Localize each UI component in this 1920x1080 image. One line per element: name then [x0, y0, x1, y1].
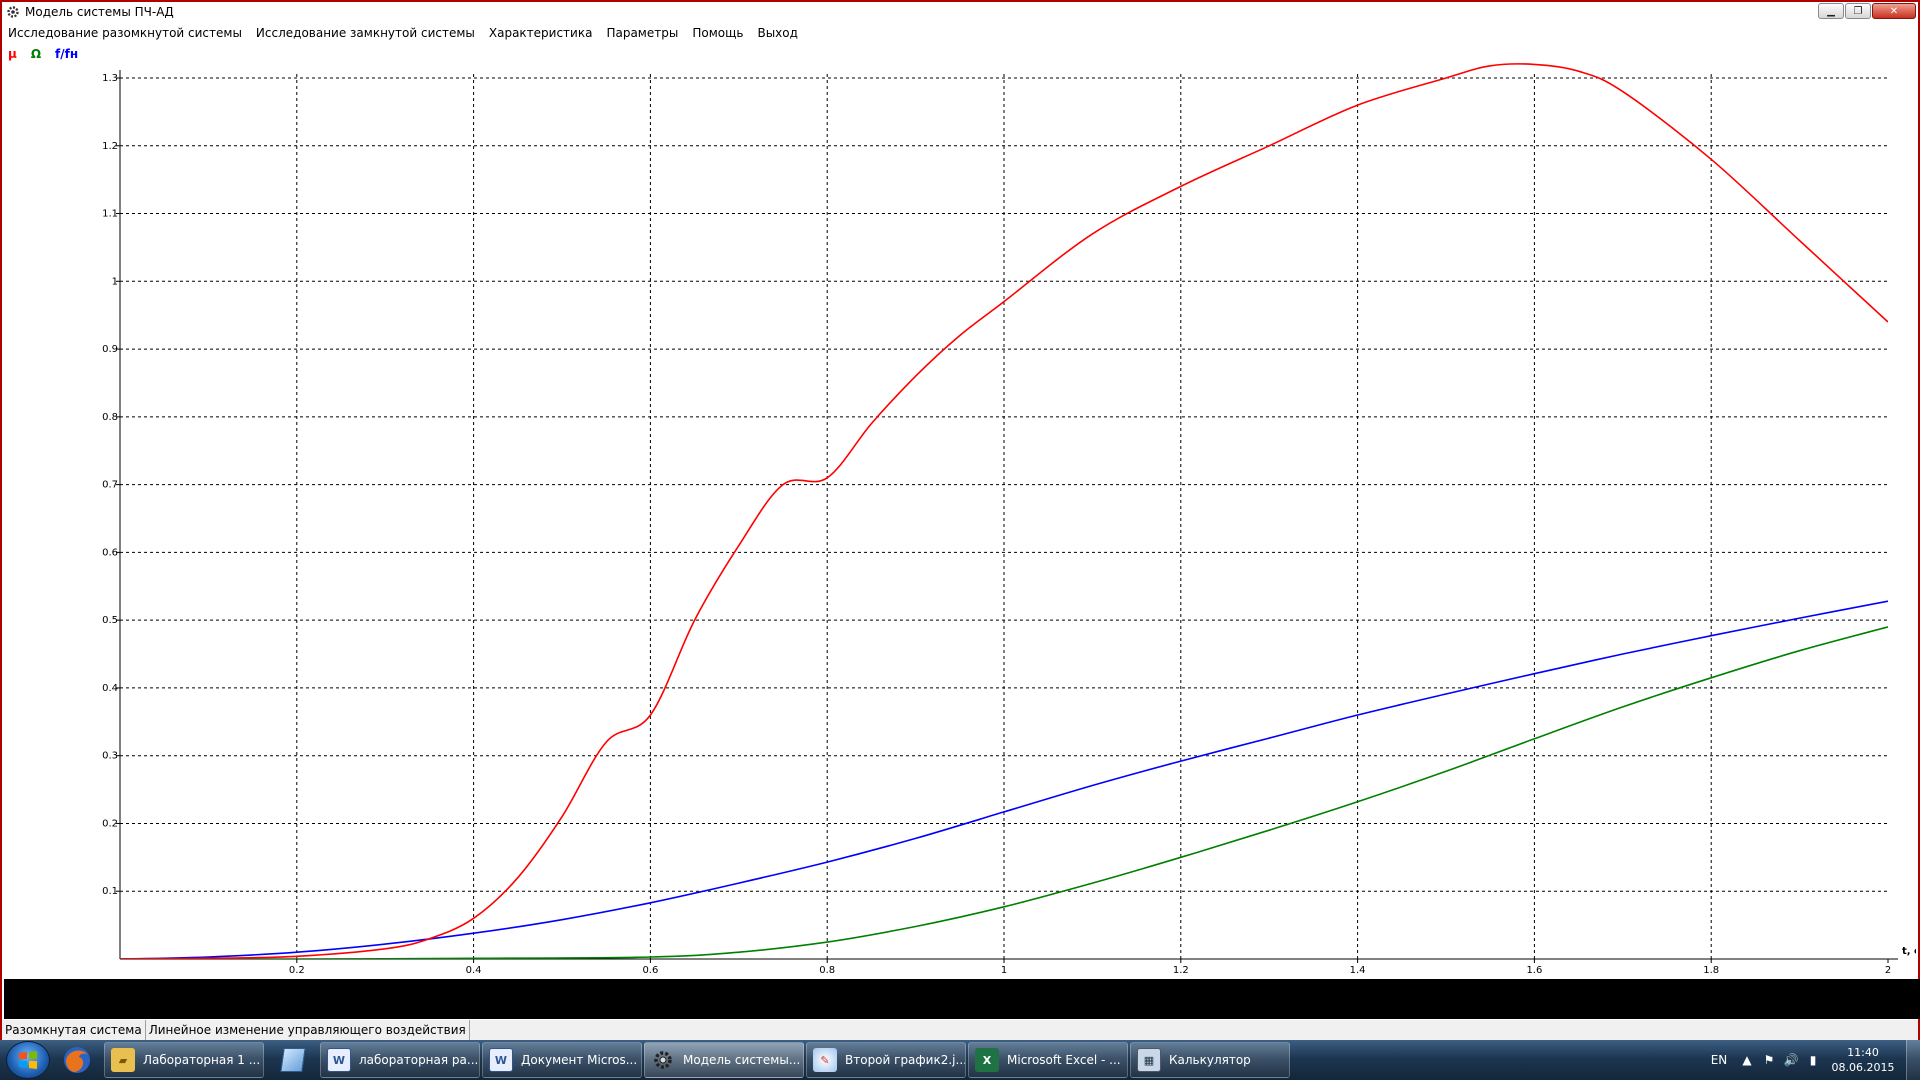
network-icon[interactable]: ▮ [1802, 1053, 1824, 1067]
menu-bar: Исследование разомкнутой системы Исследо… [2, 23, 1918, 43]
menu-characteristic[interactable]: Характеристика [489, 26, 593, 40]
calculator-icon: ▦ [1137, 1048, 1161, 1072]
y-tick-label: 0.5 [102, 615, 118, 626]
x-tick-label: 2 [1885, 965, 1891, 976]
x-axis-label: t, c [1902, 946, 1916, 957]
window-title: Модель системы ПЧ-АД [25, 5, 174, 19]
flag-icon[interactable]: ⚑ [1758, 1053, 1780, 1067]
app-window: Модель системы ПЧ-АД ▁ ❐ ✕ Исследование … [0, 0, 1920, 1040]
menu-closed-loop[interactable]: Исследование замкнутой системы [256, 26, 475, 40]
windows-logo-icon [19, 1051, 37, 1069]
status-mode: Разомкнутая система [2, 1020, 146, 1040]
title-bar[interactable]: Модель системы ПЧ-АД ▁ ❐ ✕ [2, 2, 1918, 22]
menu-open-loop[interactable]: Исследование разомкнутой системы [8, 26, 242, 40]
y-tick-label: 0.7 [102, 480, 118, 491]
x-tick-label: 1.8 [1703, 965, 1719, 976]
system-tray: EN ▲ ⚑ 🔊 ▮ 11:40 08.06.2015 [1702, 1040, 1920, 1080]
y-tick-label: 1.2 [102, 141, 118, 152]
folder-icon: ▰ [111, 1048, 135, 1072]
menu-exit[interactable]: Выход [757, 26, 797, 40]
taskbar-item-model[interactable]: Модель системы... [644, 1042, 804, 1078]
x-tick-label: 1.4 [1350, 965, 1366, 976]
taskbar-item-calculator[interactable]: ▦ Калькулятор [1130, 1042, 1290, 1078]
status-description: Линейное изменение управляющего воздейст… [146, 1020, 470, 1040]
menu-parameters[interactable]: Параметры [606, 26, 678, 40]
legend-omega: Ω [30, 47, 42, 61]
notepad-icon[interactable] [266, 1042, 320, 1078]
empty-panel [4, 979, 1920, 1019]
chevron-up-icon[interactable]: ▲ [1736, 1053, 1758, 1067]
x-tick-label: 0.6 [642, 965, 658, 976]
close-button[interactable]: ✕ [1872, 3, 1916, 19]
status-bar: Разомкнутая система Линейное изменение у… [2, 1020, 1918, 1040]
y-tick-label: 0.9 [102, 344, 118, 355]
y-tick-label: 1.1 [102, 209, 118, 220]
x-tick-label: 0.8 [819, 965, 835, 976]
x-tick-label: 1.2 [1173, 965, 1189, 976]
y-tick-label: 0.2 [102, 818, 118, 829]
taskbar-item-word-doc[interactable]: W Документ Micros... [482, 1042, 642, 1078]
x-tick-label: 1 [1001, 965, 1007, 976]
paint-icon: ✎ [813, 1048, 837, 1072]
firefox-icon[interactable] [50, 1042, 104, 1078]
gear-icon [651, 1048, 675, 1072]
speaker-icon[interactable]: 🔊 [1780, 1053, 1802, 1067]
y-tick-label: 0.1 [102, 886, 118, 897]
word-icon: W [489, 1048, 513, 1072]
clock-date: 08.06.2015 [1831, 1061, 1895, 1074]
show-desktop-button[interactable] [1906, 1040, 1920, 1080]
x-tick-label: 0.2 [289, 965, 305, 976]
y-tick-label: 0.4 [102, 683, 118, 694]
legend-mu: μ [8, 47, 17, 61]
word-icon: W [327, 1048, 351, 1072]
minimize-button[interactable]: ▁ [1818, 3, 1844, 19]
excel-icon: X [975, 1048, 999, 1072]
window-controls: ▁ ❐ ✕ [1817, 3, 1916, 19]
taskbar-item-folder[interactable]: ▰ Лабораторная 1 ... [104, 1042, 264, 1078]
series-frequency-line [120, 600, 1888, 959]
maximize-button[interactable]: ❐ [1845, 3, 1871, 19]
menu-help[interactable]: Помощь [692, 26, 743, 40]
y-tick-label: 0.3 [102, 751, 118, 762]
taskbar-item-excel[interactable]: X Microsoft Excel - ... [968, 1042, 1128, 1078]
taskbar-item-paint[interactable]: ✎ Второй график2.j... [806, 1042, 966, 1078]
y-tick-label: 0.6 [102, 547, 118, 558]
y-tick-label: 1 [112, 276, 118, 287]
language-indicator[interactable]: EN [1702, 1053, 1736, 1067]
gear-icon [5, 4, 21, 20]
legend-frequency: f/fн [55, 47, 79, 61]
taskbar: ▰ Лабораторная 1 ... W лабораторная ра..… [0, 1040, 1920, 1080]
start-button[interactable] [6, 1041, 50, 1079]
taskbar-item-word-lab[interactable]: W лабораторная ра... [320, 1042, 480, 1078]
chart: 0.2 0.4 0.6 0.8 1 1.2 1.4 1.6 1.8 2 0.1 0.2 0.3 0.4 0.… [102, 63, 1916, 976]
x-tick-label: 0.4 [466, 965, 482, 976]
clock-time: 11:40 [1847, 1046, 1879, 1059]
chart-legend: μ Ω f/fн [8, 47, 78, 61]
clock[interactable]: 11:40 08.06.2015 [1824, 1045, 1902, 1075]
y-tick-label: 1.3 [102, 73, 118, 84]
y-tick-label: 0.8 [102, 412, 118, 423]
x-tick-label: 1.6 [1526, 965, 1542, 976]
